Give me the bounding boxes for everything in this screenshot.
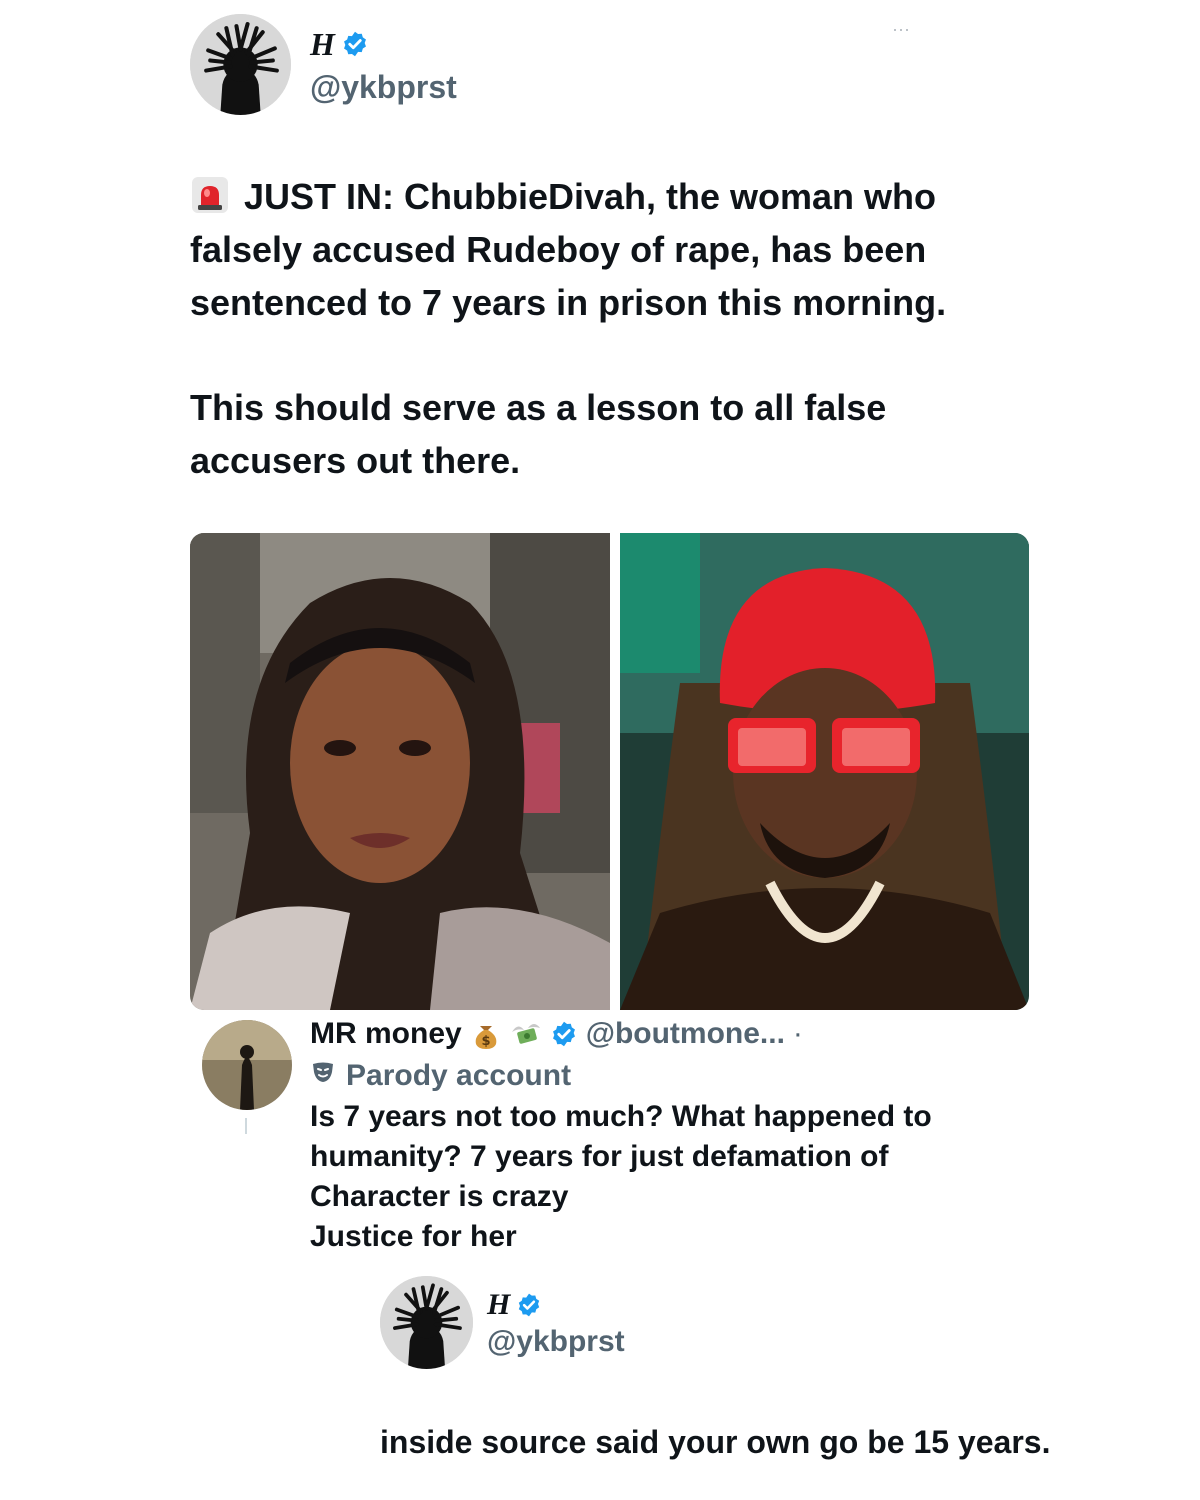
avatar-dreads-silhouette-icon (190, 14, 291, 115)
siren-emoji-icon (190, 175, 230, 215)
quote-author-name-text[interactable]: H (487, 1287, 510, 1323)
verified-badge-icon (550, 1020, 578, 1048)
reply-text-line: humanity? 7 years for just defamation of (310, 1140, 889, 1173)
mask-icon (310, 1056, 336, 1096)
verified-badge-icon (516, 1292, 542, 1318)
reply-header: MR money $ @boutmone... · (310, 1012, 803, 1056)
author-name-text[interactable]: H (310, 26, 335, 62)
photo-man-red-cap-sunglasses[interactable] (620, 533, 1029, 1010)
tweet-paragraph-2: This should serve as a lesson to all fal… (190, 387, 887, 481)
photo-woman-in-hijab[interactable] (190, 533, 610, 1010)
svg-text:$: $ (481, 1034, 490, 1049)
author-handle[interactable]: @ykbprst (310, 68, 457, 106)
reply-text-line: Is 7 years not too much? What happened t… (310, 1100, 932, 1133)
separator-dot: · (792, 1017, 803, 1050)
reply-text-line: Character is crazy (310, 1180, 569, 1213)
author-avatar[interactable] (190, 14, 291, 115)
reply-author-avatar[interactable] (202, 1020, 292, 1110)
more-dots-icon[interactable]: ⋯ (892, 21, 922, 39)
reply-text-line: Justice for her (310, 1220, 517, 1253)
parody-account-text: Parody account (346, 1059, 572, 1092)
reply-author-handle[interactable]: @boutmone... (586, 1012, 785, 1056)
tweet-text: JUST IN: ChubbieDivah, the woman who fal… (190, 170, 1020, 487)
verified-badge-icon (341, 30, 369, 58)
money-bag-icon: $ (470, 1018, 502, 1050)
quote-author-handle[interactable]: @ykbprst (487, 1323, 625, 1361)
quote-author-avatar[interactable] (380, 1276, 473, 1369)
tweet-media[interactable] (190, 533, 1029, 1010)
tweet-paragraph-1: JUST IN: ChubbieDivah, the woman who fal… (190, 176, 947, 323)
author-name[interactable]: H (310, 26, 369, 62)
thread-connector-line (245, 1118, 247, 1134)
quote-author-name[interactable]: H (487, 1287, 542, 1323)
reply-author-name[interactable]: MR money (310, 1012, 462, 1056)
reply-text: Is 7 years not too much? What happened t… (310, 1097, 1010, 1257)
parody-account-label: Parody account (310, 1056, 571, 1096)
quote-reply-text: inside source said your own go be 15 yea… (380, 1424, 1051, 1460)
money-with-wings-icon (510, 1018, 542, 1050)
